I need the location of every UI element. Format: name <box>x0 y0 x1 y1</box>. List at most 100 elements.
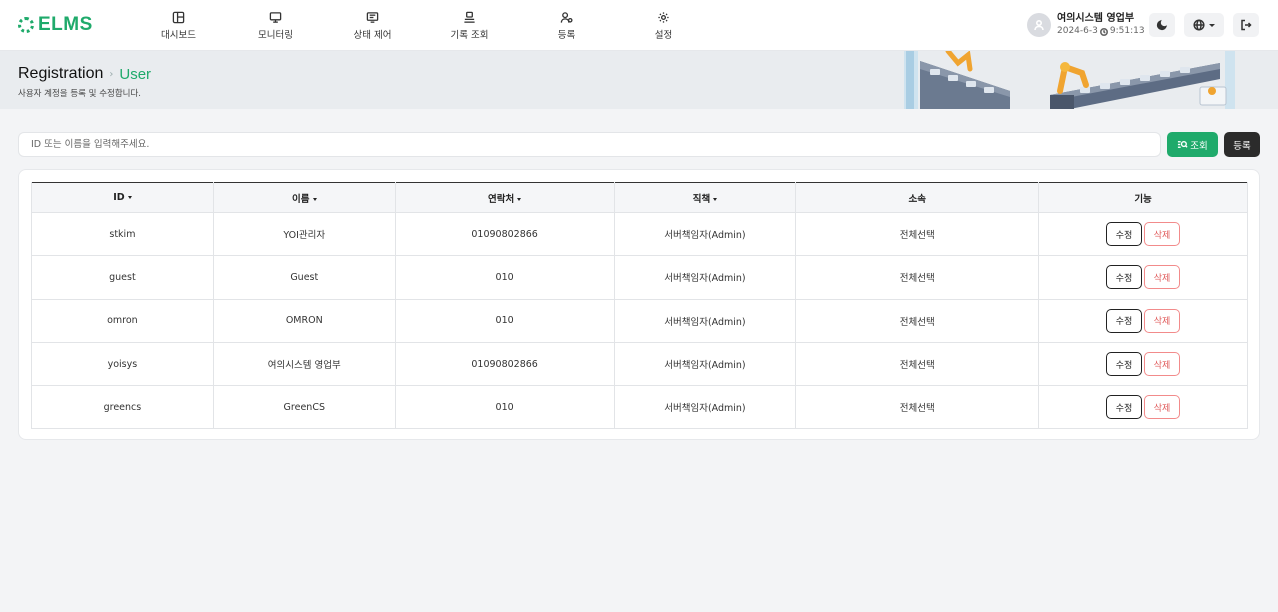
user-table-card: ID 이름 연락처 직책 소속 기능 stkim YOI관리자 01090802… <box>18 169 1260 440</box>
cell-name: Guest <box>212 255 396 300</box>
nav-item-monitoring[interactable]: 모니터링 <box>227 0 324 51</box>
edit-button[interactable]: 수정 <box>1106 395 1143 420</box>
main-nav: 대시보드 모니터링 상태 제어 기록 조회 등록 설정 <box>130 0 712 51</box>
cell-name: GreenCS <box>212 385 396 430</box>
cell-org: 전체선택 <box>795 298 1040 343</box>
register-button[interactable]: 등록 <box>1224 132 1260 157</box>
table-row: guest Guest 010 서버책임자(Admin) 전체선택 수정 삭제 <box>31 255 1248 300</box>
table-header-row: ID 이름 연락처 직책 소속 기능 <box>31 182 1248 213</box>
nav-label: 등록 <box>557 29 576 41</box>
edit-button[interactable]: 수정 <box>1106 308 1143 333</box>
cell-id: guest <box>31 255 214 300</box>
nav-label: 기록 조회 <box>450 29 489 41</box>
nav-item-status-control[interactable]: 상태 제어 <box>324 0 421 51</box>
globe-icon <box>1193 19 1205 31</box>
search-button[interactable]: 조회 <box>1167 132 1218 157</box>
cell-role: 서버책임자(Admin) <box>613 255 797 300</box>
cell-phone: 010 <box>394 298 615 343</box>
cell-name: YOI관리자 <box>212 211 396 257</box>
nav-label: 설정 <box>654 29 673 41</box>
user-icon <box>1034 19 1044 31</box>
logo-text: ELMS <box>38 14 93 35</box>
delete-button[interactable]: 삭제 <box>1144 222 1181 247</box>
cell-actions: 수정 삭제 <box>1038 341 1248 387</box>
cell-role: 서버책임자(Admin) <box>613 385 797 430</box>
cell-org: 전체선택 <box>795 255 1040 300</box>
page-description: 사용자 계정을 등록 및 수정합니다. <box>18 89 141 99</box>
moon-icon <box>1156 19 1168 31</box>
chevron-down-icon <box>1209 23 1215 27</box>
avatar <box>1027 13 1051 37</box>
user-table: ID 이름 연락처 직책 소속 기능 stkim YOI관리자 01090802… <box>31 182 1248 430</box>
cell-actions: 수정 삭제 <box>1038 255 1248 300</box>
page-banner: Registration › User 사용자 계정을 등록 및 수정합니다. <box>0 51 1278 109</box>
logout-icon <box>1241 19 1252 31</box>
cell-id: stkim <box>31 211 214 257</box>
page-subtitle: User <box>119 65 152 83</box>
column-header-id[interactable]: ID <box>31 182 214 213</box>
language-button[interactable] <box>1184 13 1224 37</box>
user-time: 9:51:13 <box>1109 26 1145 36</box>
logout-button[interactable] <box>1233 13 1259 37</box>
cell-name: OMRON <box>212 298 396 343</box>
user-datetime: 2024-6-3 9:51:13 <box>1057 25 1145 38</box>
search-list-icon <box>1178 140 1188 148</box>
layout-icon <box>172 11 185 23</box>
cell-org: 전체선택 <box>795 211 1040 257</box>
table-row: yoisys 여의시스템 영업부 01090802866 서버책임자(Admin… <box>31 341 1248 387</box>
clock-icon <box>1099 27 1108 36</box>
nav-item-settings[interactable]: 설정 <box>615 0 712 51</box>
breadcrumb: Registration › User <box>18 65 151 83</box>
nav-item-register[interactable]: 등록 <box>518 0 615 51</box>
delete-button[interactable]: 삭제 <box>1144 395 1181 420</box>
nav-item-dashboard[interactable]: 대시보드 <box>130 0 227 51</box>
cell-phone: 01090802866 <box>394 341 615 387</box>
edit-button[interactable]: 수정 <box>1106 265 1143 290</box>
column-header-org: 소속 <box>795 182 1040 213</box>
cell-phone: 01090802866 <box>394 211 615 257</box>
search-input[interactable] <box>18 132 1161 157</box>
cell-actions: 수정 삭제 <box>1038 385 1248 430</box>
search-button-label: 조회 <box>1190 140 1208 152</box>
cell-role: 서버책임자(Admin) <box>613 341 797 387</box>
table-row: greencs GreenCS 010 서버책임자(Admin) 전체선택 수정… <box>31 385 1248 430</box>
records-icon <box>464 11 475 23</box>
delete-button[interactable]: 삭제 <box>1144 265 1181 290</box>
user-date: 2024-6-3 <box>1057 26 1098 36</box>
user-name: 여의시스템 영업부 <box>1057 13 1135 24</box>
user-text: 여의시스템 영업부 2024-6-3 9:51:13 <box>1057 12 1145 38</box>
column-header-phone[interactable]: 연락처 <box>394 182 615 213</box>
factory-illustration-icon <box>900 51 1260 109</box>
delete-button[interactable]: 삭제 <box>1144 352 1181 377</box>
cell-id: omron <box>31 298 214 343</box>
delete-button[interactable]: 삭제 <box>1144 308 1181 333</box>
sort-down-icon <box>517 197 522 201</box>
logo-icon <box>18 17 34 33</box>
cell-org: 전체선택 <box>795 341 1040 387</box>
nav-item-records[interactable]: 기록 조회 <box>421 0 518 51</box>
monitor-icon <box>269 11 282 23</box>
cell-org: 전체선택 <box>795 385 1040 430</box>
control-panel-icon <box>366 11 379 23</box>
app-logo[interactable]: ELMS <box>18 14 93 36</box>
theme-toggle-button[interactable] <box>1149 13 1175 37</box>
user-info[interactable]: 여의시스템 영업부 2024-6-3 9:51:13 <box>1027 12 1145 38</box>
nav-label: 대시보드 <box>161 29 196 41</box>
cell-id: yoisys <box>31 341 214 387</box>
edit-button[interactable]: 수정 <box>1106 352 1143 377</box>
nav-label: 모니터링 <box>258 29 293 41</box>
table-row: stkim YOI관리자 01090802866 서버책임자(Admin) 전체… <box>31 211 1248 257</box>
column-header-actions: 기능 <box>1038 182 1248 213</box>
sort-down-icon <box>127 196 132 199</box>
sort-down-icon <box>713 197 718 201</box>
cell-actions: 수정 삭제 <box>1038 211 1248 257</box>
column-header-name[interactable]: 이름 <box>212 182 396 213</box>
user-register-icon <box>560 11 573 23</box>
cell-actions: 수정 삭제 <box>1038 298 1248 343</box>
sort-down-icon <box>312 197 317 201</box>
cell-phone: 010 <box>394 255 615 300</box>
cell-phone: 010 <box>394 385 615 430</box>
nav-label: 상태 제어 <box>353 29 392 41</box>
edit-button[interactable]: 수정 <box>1106 222 1143 247</box>
column-header-role[interactable]: 직책 <box>613 182 797 213</box>
